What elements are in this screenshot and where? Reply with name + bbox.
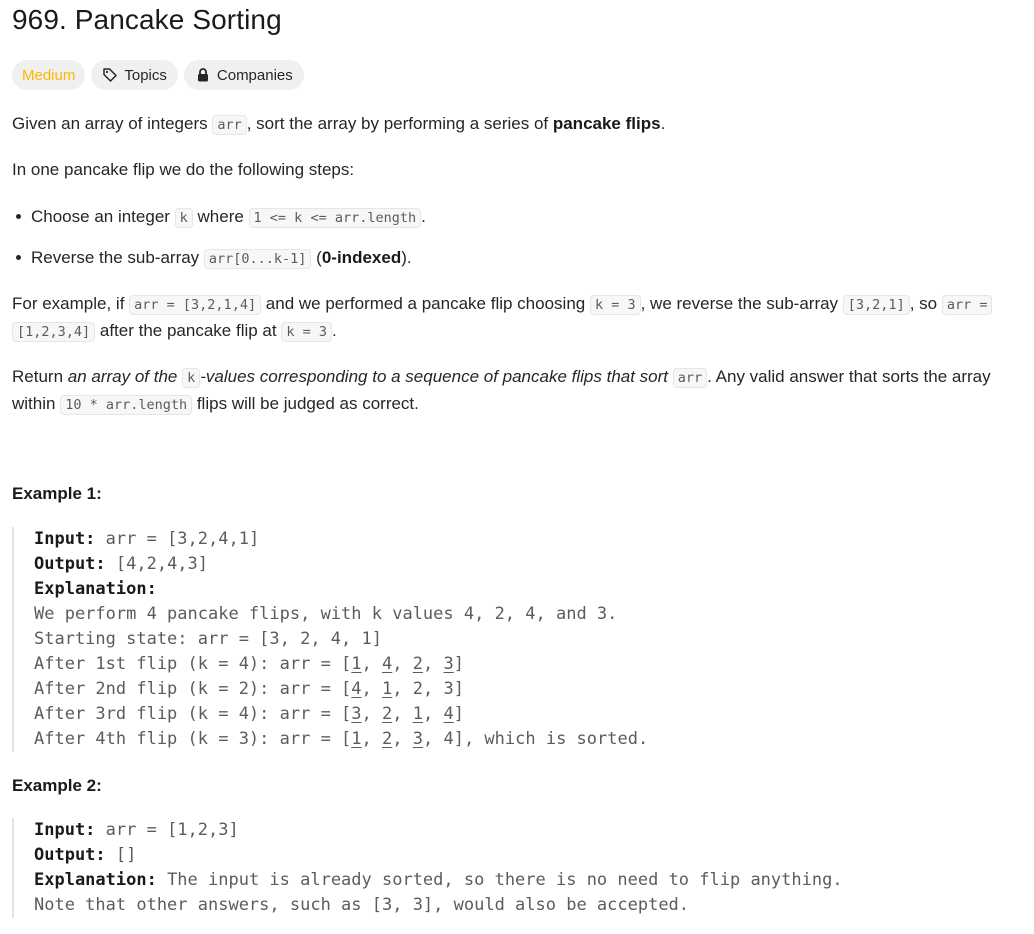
steps-intro: In one pancake flip we do the following … [12,160,355,179]
return-paragraph: Return an array of the k -values correspo… [12,367,991,415]
example-1-heading: Example 1: [12,484,102,503]
example-1-block: Input: arr = [3,2,4,1] Output: [4,2,4,3]… [12,527,1027,752]
inline-code: 1 <= k <= arr.length [248,208,422,228]
inline-code: [3,2,1] [842,295,910,315]
inline-code: arr = [3,2,1,4] [129,295,262,315]
inline-code: k = 3 [281,322,332,342]
tag-icon [102,67,118,83]
lock-icon [195,67,211,83]
inline-code: k [182,368,201,388]
companies-label: Companies [216,66,293,84]
topics-button[interactable]: Topics [91,60,178,90]
example-paragraph: For example, if arr = [3,2,1,4] and we p… [12,291,1027,345]
flip-line: After 1st flip (k = 4): arr = [ [34,654,352,674]
difficulty-badge[interactable]: Medium [12,60,86,90]
companies-button[interactable]: Companies [183,60,304,90]
inline-code: 10 * arr.length [60,395,193,415]
problem-title: 969. Pancake Sorting [12,4,282,35]
list-item: Choose an integer k where 1 <= k <= arr.… [12,204,426,231]
flip-line: After 4th flip (k = 3): arr = [ [34,729,352,749]
flip-line: After 2nd flip (k = 2): arr = [ [34,679,352,699]
topics-label: Topics [124,66,167,84]
inline-code: arr [672,368,708,388]
list-item: Reverse the sub-array arr[0...k-1] (0-in… [12,245,412,272]
inline-code: [1,2,3,4] [12,322,96,342]
tag-row: Medium Topics Companies [12,60,304,90]
intro-paragraph: Given an array of integers arr, sort the… [12,114,666,135]
inline-code: arr[0...k-1] [203,249,312,269]
example-2-heading: Example 2: [12,776,102,795]
example-2-block: Input: arr = [1,2,3] Output: [] Explanat… [12,818,1027,918]
inline-code: k = 3 [589,295,641,315]
bullet-dot [16,213,21,219]
flip-line: After 3rd flip (k = 4): arr = [ [34,704,352,724]
inline-code: arr [212,115,247,135]
inline-code: k [174,208,193,228]
bullet-dot [16,254,21,260]
inline-code: arr = [941,295,993,315]
